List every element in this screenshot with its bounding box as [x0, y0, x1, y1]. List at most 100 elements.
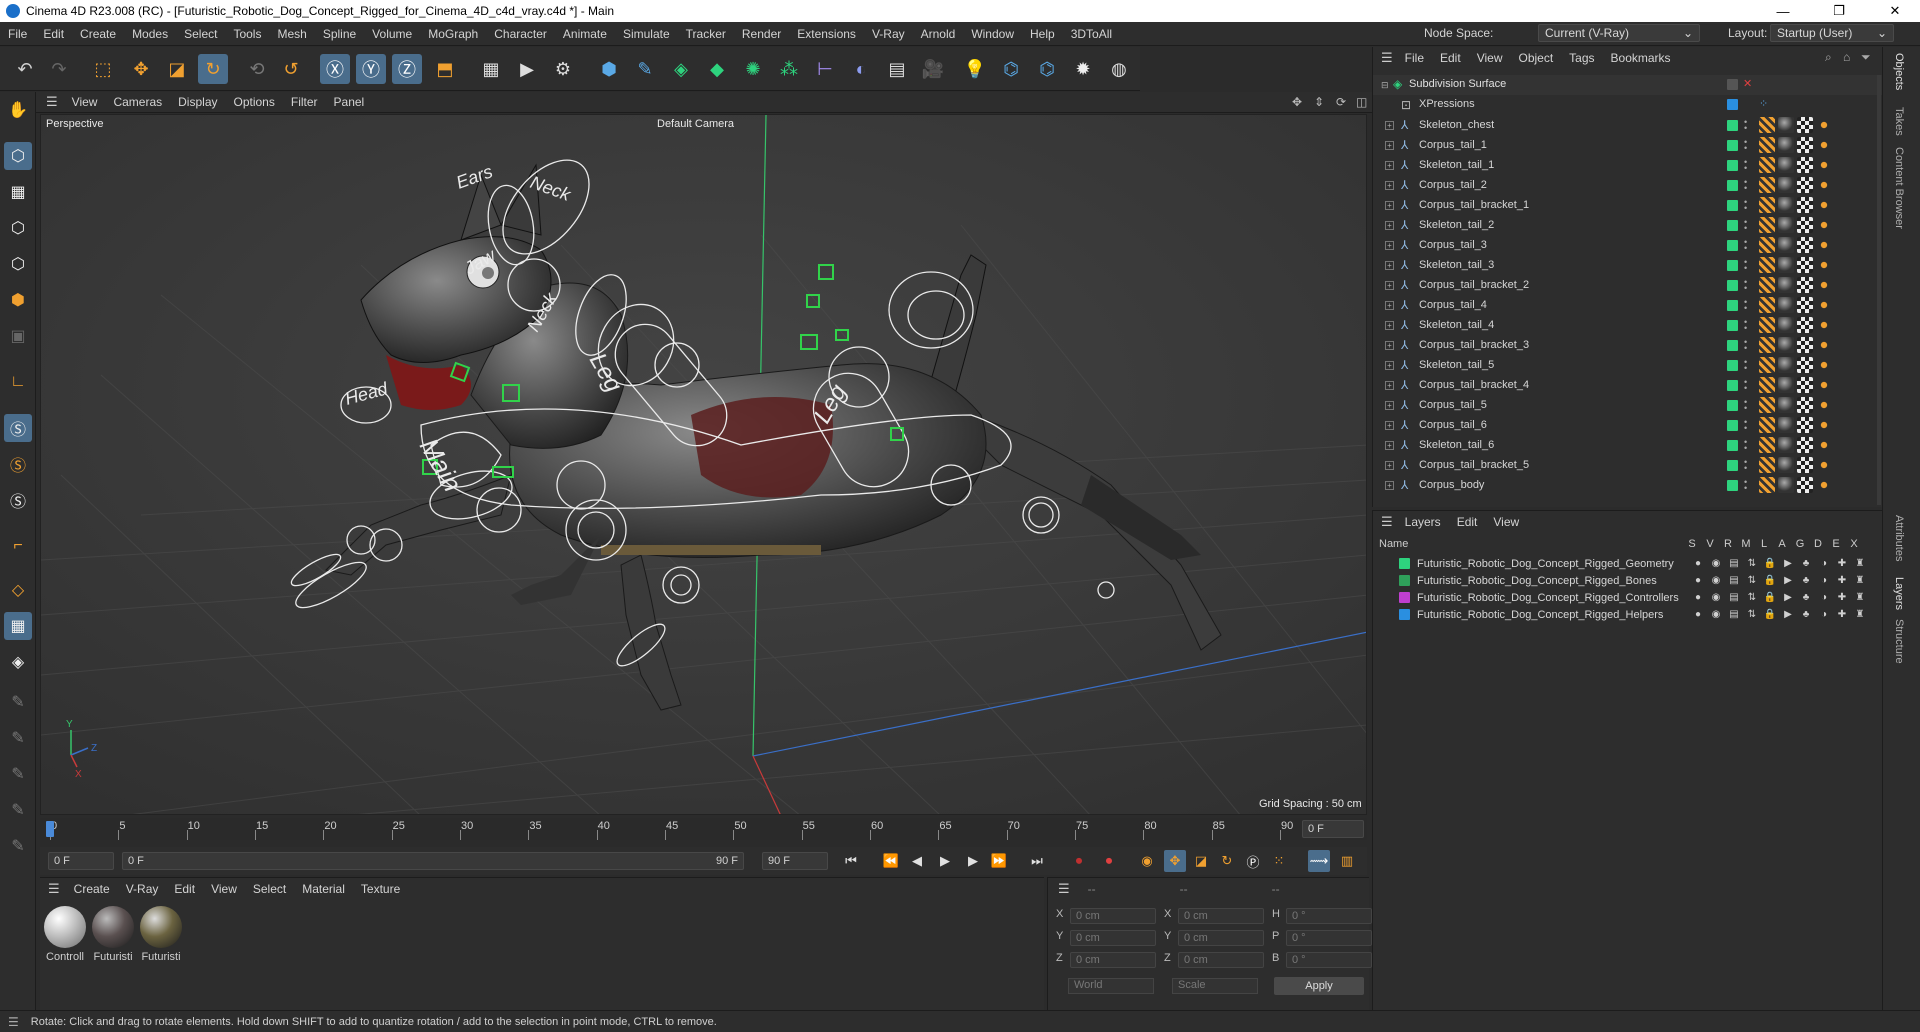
expand-icon[interactable]: +	[1385, 160, 1394, 170]
generator-icon[interactable]: ♣	[1799, 558, 1813, 569]
solo-icon[interactable]: ●	[1691, 575, 1705, 586]
menu-volume[interactable]: Volume	[364, 27, 420, 41]
texture-tag-icon[interactable]	[1759, 257, 1775, 273]
x-axis-icon[interactable]: Ⓧ	[320, 54, 350, 84]
menu-modes[interactable]: Modes	[124, 27, 176, 41]
expand-icon[interactable]: +	[1385, 320, 1394, 330]
weight-tag-icon[interactable]	[1816, 337, 1832, 353]
expand-icon[interactable]: +	[1385, 180, 1394, 190]
layer-row[interactable]: Futuristic_Robotic_Dog_Concept_Rigged_Bo…	[1373, 572, 1883, 589]
uvw-tag-icon[interactable]	[1797, 277, 1813, 293]
texture-tag-icon[interactable]	[1759, 177, 1775, 193]
recent-tool-icon[interactable]: ⟲	[242, 54, 272, 84]
weight-tag-icon[interactable]	[1816, 157, 1832, 173]
key-pla-icon[interactable]: ⁙	[1268, 850, 1290, 872]
visibility-dots[interactable]: • •	[1744, 317, 1748, 332]
goto-start-icon[interactable]: ⏮	[840, 850, 862, 872]
viewport-menu-filter[interactable]: Filter	[283, 95, 326, 109]
next-key-icon[interactable]: ⏩	[988, 850, 1010, 872]
material-tag-icon[interactable]	[1778, 137, 1794, 153]
layer-column-header[interactable]: D	[1811, 538, 1825, 550]
undo-icon[interactable]: ↶	[10, 54, 40, 84]
grid-icon[interactable]: ▦	[4, 612, 32, 640]
mat-menu-vray[interactable]: V-Ray	[118, 882, 167, 896]
object-row[interactable]: + ⅄ Corpus_body • •	[1373, 475, 1883, 495]
coord-system-select[interactable]: World	[1068, 978, 1154, 994]
layer-menu-view[interactable]: View	[1485, 515, 1527, 529]
object-row[interactable]: + ⅄ Corpus_tail_6 • •	[1373, 415, 1883, 435]
object-row[interactable]: + ⅄ Corpus_tail_2 • •	[1373, 175, 1883, 195]
menu-arnold[interactable]: Arnold	[913, 27, 964, 41]
mat-menu-edit[interactable]: Edit	[166, 882, 203, 896]
apply-button[interactable]: Apply	[1274, 977, 1364, 995]
key-scale-icon[interactable]: ◪	[1190, 850, 1212, 872]
weight-tag-icon[interactable]	[1816, 177, 1832, 193]
snap-icon[interactable]: ⌐	[4, 532, 32, 560]
material-tag-icon[interactable]	[1778, 437, 1794, 453]
solo-hierarchy-icon[interactable]: Ⓢ	[4, 450, 32, 478]
polygons-mode-icon[interactable]: ⬢	[4, 286, 32, 314]
timeline-ruler[interactable]: 0 5 10 15 20 25 30 35 40 45 50 55 60 65 70 75 80 85 90 0 F	[40, 818, 1367, 840]
layer-menu-edit[interactable]: Edit	[1449, 515, 1486, 529]
weight-tag-icon[interactable]	[1816, 217, 1832, 233]
manager-icon[interactable]: ⇅	[1745, 609, 1759, 620]
layer-column-header[interactable]: M	[1739, 538, 1753, 550]
visibility-dots[interactable]: • •	[1744, 117, 1748, 132]
expand-icon[interactable]: +	[1385, 400, 1394, 410]
uvw-tag-icon[interactable]	[1797, 437, 1813, 453]
redo-icon[interactable]: ↷	[44, 54, 74, 84]
animation-icon[interactable]: ▶	[1781, 609, 1795, 620]
model-mode-icon[interactable]: ⬡	[4, 142, 32, 170]
object-row[interactable]: + ⅄ Corpus_tail_5 • •	[1373, 395, 1883, 415]
material-tag-icon[interactable]	[1778, 177, 1794, 193]
weight-tag-icon[interactable]	[1816, 417, 1832, 433]
expression-icon[interactable]: ✚	[1835, 609, 1849, 620]
view-icon[interactable]: ◉	[1709, 592, 1723, 603]
deformer-icon[interactable]: ⊢	[810, 54, 840, 84]
dolly-icon[interactable]: ⇕	[1314, 95, 1324, 109]
rot-b-field[interactable]: 0 °	[1286, 952, 1372, 968]
obj-menu-view[interactable]: View	[1469, 51, 1511, 65]
obj-menu-object[interactable]: Object	[1510, 51, 1561, 65]
scrollbar[interactable]	[1877, 75, 1881, 505]
texture-tag-icon[interactable]	[1759, 297, 1775, 313]
viewport-menu-display[interactable]: Display	[170, 95, 225, 109]
visibility-dots[interactable]: • •	[1744, 377, 1748, 392]
material-tag-icon[interactable]	[1778, 237, 1794, 253]
pan-icon[interactable]: ✥	[1292, 95, 1302, 109]
uvw-tag-icon[interactable]	[1797, 237, 1813, 253]
weight-tag-icon[interactable]	[1816, 357, 1832, 373]
mat-menu-material[interactable]: Material	[294, 882, 353, 896]
obj-menu-file[interactable]: File	[1397, 51, 1432, 65]
animation-icon[interactable]: ▶	[1781, 558, 1795, 569]
uvw-tag-icon[interactable]	[1797, 117, 1813, 133]
expression-icon[interactable]: ✚	[1835, 558, 1849, 569]
viewport-menu-panel[interactable]: Panel	[326, 95, 373, 109]
object-row[interactable]: + ⅄ Corpus_tail_bracket_1 • •	[1373, 195, 1883, 215]
hamburger-icon[interactable]: ☰	[1381, 514, 1393, 530]
xpresso-tag-icon[interactable]: ⁘	[1759, 97, 1768, 110]
render-icon[interactable]: ▤	[1727, 575, 1741, 586]
weight-tag-icon[interactable]	[1816, 277, 1832, 293]
coord-mode-select[interactable]: Scale	[1172, 978, 1258, 994]
visibility-dots[interactable]: • •	[1744, 277, 1748, 292]
uvw-tag-icon[interactable]	[1797, 377, 1813, 393]
texture-tag-icon[interactable]	[1759, 337, 1775, 353]
animation-icon[interactable]: ▶	[1781, 592, 1795, 603]
layer-column-header[interactable]: E	[1829, 538, 1843, 550]
object-row[interactable]: + ⅄ Corpus_tail_3 • •	[1373, 235, 1883, 255]
weight-tag-icon[interactable]	[1816, 437, 1832, 453]
next-frame-icon[interactable]: ▶	[962, 850, 984, 872]
menu-simulate[interactable]: Simulate	[615, 27, 678, 41]
cube-icon[interactable]: ⬢	[594, 54, 624, 84]
scale-icon[interactable]: ◪	[162, 54, 192, 84]
uvw-tag-icon[interactable]	[1797, 177, 1813, 193]
visibility-dots[interactable]: • •	[1744, 257, 1748, 272]
object-row[interactable]: + ⅄ Skeleton_tail_3 • •	[1373, 255, 1883, 275]
layer-swatch[interactable]	[1727, 439, 1738, 451]
goto-end-icon[interactable]: ⏭	[1026, 850, 1048, 872]
viewport-menu-cameras[interactable]: Cameras	[105, 95, 170, 109]
layer-swatch[interactable]	[1727, 139, 1738, 151]
weight-tag-icon[interactable]	[1816, 397, 1832, 413]
expand-icon[interactable]: +	[1385, 240, 1394, 250]
